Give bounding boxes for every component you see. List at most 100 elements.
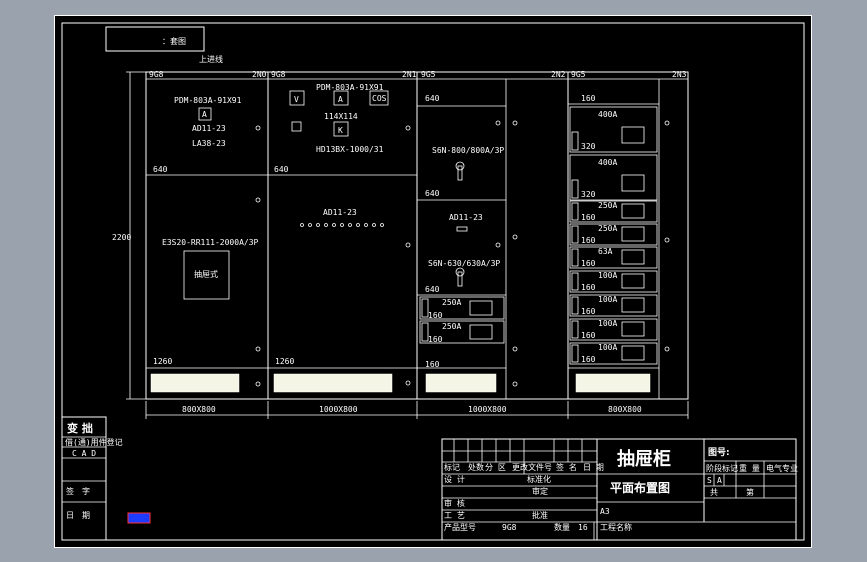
tb-quantity-value: 16 xyxy=(578,523,588,532)
cab3-handle-mid-stem xyxy=(457,271,463,287)
cab4-side-indicator-3 xyxy=(664,346,670,352)
cab3-width: 1000X800 xyxy=(468,405,507,414)
cab3-drawer-1: 250A 160 xyxy=(419,296,505,320)
tb-product-model-value: 9G8 xyxy=(502,523,517,532)
cab1-la: LA38-23 xyxy=(192,139,226,148)
drawing-no-label: 图号: xyxy=(708,447,730,458)
cab2-small-box xyxy=(291,121,302,132)
left-block-row1: 借(通)用件登记 xyxy=(65,437,123,447)
cab3-handle-top-stem xyxy=(457,165,463,181)
cab1-dim-bottom: 1260 xyxy=(153,357,172,366)
cab3-side-indicator-1 xyxy=(512,120,518,126)
cab4-small-drawer-5: 100A 160 xyxy=(569,294,658,317)
cab2-ammeter-label: A xyxy=(338,95,343,104)
cab2-k-label: K xyxy=(338,126,343,135)
left-block-row3: 签 字 xyxy=(66,486,90,496)
cab3-switch-mid: S6N-630/630A/3P xyxy=(428,259,500,268)
cab1-code: 9G8 xyxy=(149,70,164,79)
cab4-large-drawer-1-rating: 400A xyxy=(598,110,617,119)
cab4-small-drawer-3-height: 160 xyxy=(581,259,596,268)
cab3-number: 2N2 xyxy=(551,70,566,79)
cab4-small-drawer-2-rating: 250A xyxy=(598,224,617,233)
cab3-drawer-2-height: 160 xyxy=(428,335,443,344)
tb-project-label: 工程名称 xyxy=(600,522,632,532)
cab4-large-drawer-2: 400A 320 xyxy=(569,154,658,201)
cab4-large-drawer-1-height: 320 xyxy=(581,142,596,151)
cab4-small-drawer-6: 100A 160 xyxy=(569,318,658,341)
cab1-indicator-2 xyxy=(255,197,261,203)
cab4-code: 9G5 xyxy=(571,70,586,79)
cab3-dim-640c: 640 xyxy=(425,285,440,294)
cab1-indicator-1 xyxy=(255,125,261,131)
cab4-number: 2N3 xyxy=(672,70,687,79)
cab3-side-indicator-3 xyxy=(512,346,518,352)
tb-weight-label: 重 量 xyxy=(739,463,760,473)
height-label: 2200 xyxy=(112,233,131,242)
cab2-indicator-1 xyxy=(405,125,411,131)
cab4-large-drawer-2-height: 320 xyxy=(581,190,596,199)
cab4-small-drawer-7-height: 160 xyxy=(581,355,596,364)
header-label: ：套图 xyxy=(162,36,186,46)
tb-review: 审定 xyxy=(532,486,548,496)
cab3-side-indicator-4 xyxy=(512,381,518,387)
cab2-voltmeter-label: V xyxy=(294,95,299,104)
cab4-small-drawer-1-rating: 250A xyxy=(598,201,617,210)
cab4-small-drawer-2-height: 160 xyxy=(581,236,596,245)
cab3-ad: AD11-23 xyxy=(449,213,483,222)
cab4-side-indicator-2 xyxy=(664,237,670,243)
cab1-meter-type: PDM-803A-91X91 xyxy=(174,96,242,105)
tb-check: 审 核 xyxy=(444,498,465,508)
cab3-dim-640b: 640 xyxy=(425,189,440,198)
drawing-sheet: ：套图 上进线 2200 9G8 2N0 9G8 2N1 9G5 2N2 9G5… xyxy=(54,15,812,548)
tb-standardize: 标准化 xyxy=(527,474,551,484)
cab4-large-drawer-2-rating: 400A xyxy=(598,158,617,167)
left-block-title: 变 拙 xyxy=(67,421,93,435)
tb-page-label: 第 xyxy=(746,487,754,497)
top-note: 上进线 xyxy=(199,54,223,64)
cab3-indicator-2 xyxy=(495,242,501,248)
cab4-side-indicator-1 xyxy=(664,120,670,126)
cab4-small-drawer-6-height: 160 xyxy=(581,331,596,340)
cab1-base-plate xyxy=(150,373,240,393)
cab1-indicator-3 xyxy=(255,346,261,352)
tb-mark-1: 标记 xyxy=(444,462,460,472)
tb-approve: 批准 xyxy=(532,510,548,520)
cab4-small-drawer-1-height: 160 xyxy=(581,213,596,222)
cab4-dim-160: 160 xyxy=(581,94,596,103)
drawing-subtitle: 平面布置图 xyxy=(610,480,670,495)
tb-mark-6: 日 期 xyxy=(583,463,604,472)
cab2-dim-top: 640 xyxy=(274,165,289,174)
tb-total-label: 共 xyxy=(710,488,718,497)
cab2-width: 1000X800 xyxy=(319,405,358,414)
cab1-ammeter-label: A xyxy=(202,110,207,119)
cab2-indicator-row xyxy=(300,223,384,227)
cab2-ad: AD11-23 xyxy=(323,208,357,217)
cab4-width: 800X800 xyxy=(608,405,642,414)
cab4-small-drawer-4-rating: 100A xyxy=(598,271,617,280)
cab4-base-plate xyxy=(575,373,651,393)
tb-mark-3: 分 区 xyxy=(485,463,506,472)
cab4-small-drawer-2: 250A 160 xyxy=(569,223,658,246)
cab1-breaker-box-label: 抽屉式 xyxy=(194,269,218,279)
cab4-small-drawer-6-rating: 100A xyxy=(598,319,617,328)
cab4-small-drawer-3: 63A 160 xyxy=(569,246,658,269)
left-block-row2: C A D xyxy=(72,449,96,458)
cab3-code: 9G5 xyxy=(421,70,436,79)
cab4-large-drawer-1: 400A 320 xyxy=(569,106,658,153)
tb-process: 工 艺 xyxy=(444,511,465,520)
cab1-number: 2N0 xyxy=(252,70,267,79)
cab4-small-drawer-5-rating: 100A xyxy=(598,295,617,304)
tb-stage-label: 阶段标记 xyxy=(706,463,738,473)
cab3-drawer-1-rating: 250A xyxy=(442,298,461,307)
cab2-dim-bottom: 1260 xyxy=(275,357,294,366)
cab4-small-drawer-3-rating: 63A xyxy=(598,247,613,256)
tb-mark-2: 处数 xyxy=(468,462,484,472)
cab3-dim-640a: 640 xyxy=(425,94,440,103)
cab4-small-drawer-4-height: 160 xyxy=(581,283,596,292)
cab4-small-drawer-5-height: 160 xyxy=(581,307,596,316)
cad-drawing: ：套图 上进线 2200 9G8 2N0 9G8 2N1 9G5 2N2 9G5… xyxy=(54,15,812,548)
cab1-dim-top: 640 xyxy=(153,165,168,174)
cab3-switch-top: S6N-800/800A/3P xyxy=(432,146,504,155)
cab3-side-indicator-2 xyxy=(512,234,518,240)
tb-stage-a: A xyxy=(717,476,722,485)
